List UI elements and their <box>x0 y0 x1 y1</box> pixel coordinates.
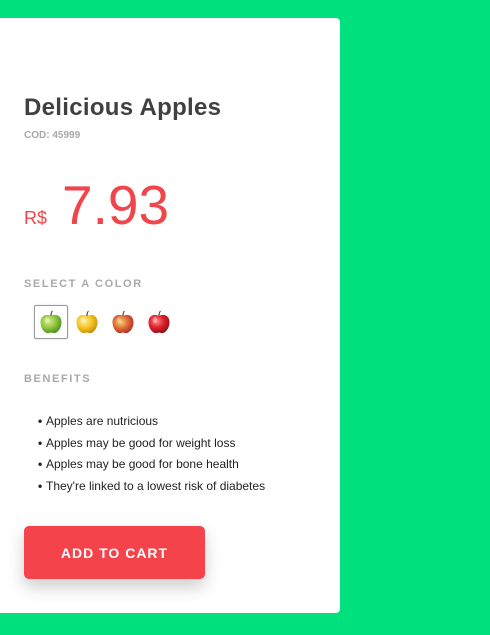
benefit-item: • Apples may be good for bone health <box>38 454 265 476</box>
color-swatches <box>34 305 178 339</box>
bullet-icon: • <box>38 414 43 428</box>
benefit-item: • They're linked to a lowest risk of diab… <box>38 476 265 498</box>
product-card: Delicious Apples COD: 45999 R$ 7.93 SELE… <box>0 18 340 613</box>
red-apple-icon <box>148 310 170 334</box>
benefit-item: • Apples may be good for weight loss <box>38 433 265 455</box>
price-currency: R$ <box>24 208 48 228</box>
swatch-red-apple[interactable] <box>142 305 176 339</box>
add-to-cart-button[interactable]: ADD TO CART <box>24 526 205 579</box>
benefit-item: • Apples are nutricious <box>38 411 265 433</box>
bullet-icon: • <box>38 457 43 471</box>
red-yellow-apple-icon <box>112 310 134 334</box>
select-color-label: SELECT A COLOR <box>24 278 143 290</box>
benefit-text: They're linked to a lowest risk of diabe… <box>46 478 266 493</box>
bullet-icon: • <box>38 478 43 493</box>
price-amount: 7.93 <box>62 174 170 236</box>
benefit-text: Apples may be good for weight loss <box>46 435 236 450</box>
yellow-apple-icon <box>76 310 98 334</box>
swatch-green-apple[interactable] <box>34 305 68 339</box>
benefit-text: Apples may be good for bone health <box>46 457 239 471</box>
product-title: Delicious Apples <box>24 94 222 121</box>
product-code: COD: 45999 <box>24 130 81 141</box>
swatch-yellow-apple[interactable] <box>70 305 104 339</box>
bullet-icon: • <box>38 435 43 450</box>
swatch-red-yellow-apple[interactable] <box>106 305 140 339</box>
green-apple-icon <box>40 310 62 334</box>
benefit-text: Apples are nutricious <box>46 414 159 428</box>
benefits-label: BENEFITS <box>24 373 92 385</box>
benefits-list: • Apples are nutricious • Apples may be go… <box>38 411 265 497</box>
